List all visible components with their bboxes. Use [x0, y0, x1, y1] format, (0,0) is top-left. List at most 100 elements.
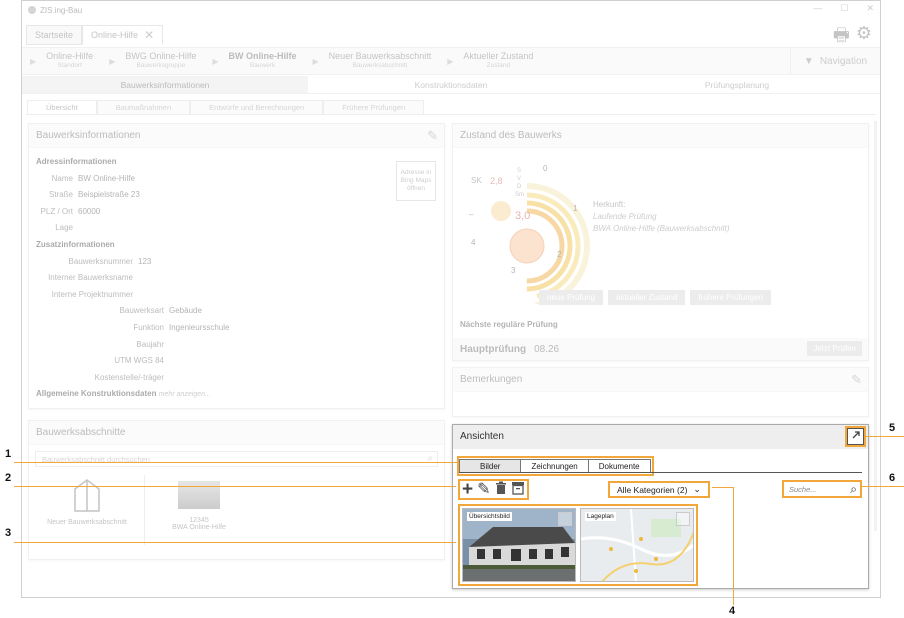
field-value: Beispielstraße 23 — [78, 190, 140, 200]
external-link-icon — [852, 431, 860, 439]
crumb-main: Aktueller Zustand — [463, 51, 534, 61]
thumb-label: Lageplan — [585, 512, 616, 521]
thumb-uebersichtsbild[interactable]: Übersichtsbild — [462, 508, 576, 582]
ansichten-toolbar: + ✎ — [458, 479, 529, 500]
navigation-label: Navigation — [819, 55, 868, 67]
tab-dokumente[interactable]: Dokumente — [587, 459, 651, 473]
field-label: UTM WGS 84 — [114, 356, 164, 366]
info-list: Adressinformationen Name BW Online-Hilfe … — [29, 148, 444, 410]
divider — [459, 472, 862, 473]
field-label: Bauwerksart — [119, 306, 164, 316]
breadcrumb-bauwerksabschnitt[interactable]: ▶ Neuer Bauwerksabschnitt Bauwerksabschnit… — [305, 51, 440, 71]
ansichten-search-input[interactable]: Suche... ⌕ — [782, 480, 862, 498]
jetzt-pruefen-button[interactable]: Jetzt Prüfen — [807, 341, 862, 356]
breadcrumb-zustand[interactable]: ▶ Aktueller Zustand Zustand — [439, 51, 541, 71]
maximize-button[interactable]: ☐ — [840, 3, 848, 14]
aktueller-zustand-button[interactable]: aktueller Zustand — [608, 290, 686, 305]
tab-fruehere-pruefungen[interactable]: Frühere Prüfungen — [323, 100, 425, 115]
thumb-lageplan[interactable]: Lageplan — [580, 508, 694, 582]
scale-3: 3 — [511, 266, 516, 275]
window-controls: — ☐ ✕ — [813, 3, 874, 14]
tab-zeichnungen[interactable]: Zeichnungen — [520, 459, 589, 473]
select-checkbox[interactable] — [676, 512, 690, 526]
herkunft-1: Laufende Prüfung — [593, 211, 730, 223]
pencil-icon[interactable]: ✎ — [477, 481, 490, 498]
tab-pruefungsplanung[interactable]: Prüfungsplanung — [594, 76, 880, 93]
breadcrumb-standort[interactable]: ▶ Online-Hilfe Standort — [22, 51, 101, 71]
neue-pruefung-button[interactable]: neue Prüfung — [539, 290, 604, 305]
callout-line-6 — [862, 486, 904, 487]
zustand-panel: Zustand des Bauwerks SK 2,8 3,0 S V D Sm… — [452, 123, 869, 361]
image-gallery: Übersichtsbild Lageplan — [458, 504, 698, 586]
hauptpruefung-row: Hauptprüfung 08.26 Jetzt Prüfen — [453, 338, 868, 360]
select-checkbox[interactable] — [558, 512, 572, 526]
ansichten-tabs: Bilder Zeichnungen Dokumente — [457, 456, 654, 476]
minimize-button[interactable]: — — [813, 3, 822, 14]
tab-startseite[interactable]: Startseite — [26, 25, 83, 45]
add-icon[interactable]: + — [462, 480, 473, 499]
pencil-icon[interactable]: ✎ — [427, 128, 438, 144]
tab-bilder[interactable]: Bilder — [459, 459, 522, 473]
panel-title: Zustand des Bauwerks — [460, 130, 562, 141]
svd-d: D — [517, 184, 522, 190]
trash-icon[interactable] — [495, 481, 507, 499]
callout-4: 4 — [729, 605, 736, 617]
search-icon[interactable]: ⌕ — [850, 482, 857, 497]
chevron-right-icon: ▶ — [30, 56, 37, 66]
tab-entwuerfe[interactable]: Entwürfe und Berechnungen — [190, 100, 324, 115]
close-icon[interactable]: ✕ — [144, 28, 154, 42]
app-window: ZIS.ing-Bau — ☐ ✕ Startseite Online-Hilf… — [21, 0, 881, 598]
chevron-down-icon: ⌄ — [693, 484, 701, 494]
close-window-button[interactable]: ✕ — [866, 3, 874, 14]
new-abschnitt-tile[interactable]: Neuer Bauwerksabschnitt — [37, 477, 137, 526]
fruehere-pruefungen-button[interactable]: frühere Prüfungen — [690, 290, 771, 305]
tab-online-hilfe[interactable]: Online-Hilfe ✕ — [82, 25, 164, 45]
thumb-label: Übersichtsbild — [467, 512, 512, 521]
tab-uebersicht[interactable]: Übersicht — [27, 100, 97, 115]
breadcrumb-bauwerk[interactable]: ▶ BW Online-Hilfe Bauwerk — [204, 51, 304, 71]
panel-header: Bemerkungen ✎ — [453, 368, 868, 392]
main-tabs: Bauwerksinformationen Konstruktionsdaten… — [22, 76, 880, 94]
abschnitt-search-input[interactable]: Bauwerksabschnitt durchsuchen ⌕ — [35, 451, 438, 467]
archive-icon[interactable] — [511, 481, 525, 499]
gauge-value: 3,0 — [515, 210, 531, 222]
pencil-icon[interactable]: ✎ — [851, 372, 862, 388]
open-external-button[interactable] — [845, 426, 866, 447]
mehr-anzeigen-link[interactable]: mehr anzeigen... — [159, 391, 211, 398]
svd-s: S — [517, 168, 522, 174]
breadcrumb: ▶ Online-Hilfe Standort ▶ BWG Online-Hilfe B… — [22, 47, 880, 75]
tab-baumassnahmen[interactable]: Baumaßnahmen — [96, 100, 191, 115]
herkunft-info: Herkunft: Laufende Prüfung BWA Online-Hi… — [593, 199, 730, 235]
field-value: Ingenieursschule — [169, 322, 230, 332]
herkunft-2: BWA Online-Hilfe (Bauwerksabschnitt) — [593, 223, 730, 235]
section-heading: Allgemeine Konstruktionsdaten mehr anzei… — [36, 386, 437, 404]
section-heading: Adressinformationen — [36, 157, 117, 166]
category-select[interactable]: Alle Kategorien (2) ⌄ — [608, 481, 710, 498]
abschnitte-panel: Bauwerksabschnitte Bauwerksabschnitt dur… — [28, 420, 445, 560]
dimmed-background: ZIS.ing-Bau — ☐ ✕ Startseite Online-Hilf… — [22, 1, 880, 560]
field-label: Kostenstelle/-träger — [94, 372, 164, 382]
sk-value: 2,8 — [490, 176, 503, 186]
tab-konstruktionsdaten[interactable]: Konstruktionsdaten — [308, 76, 594, 93]
zustand-buttons: neue Prüfung aktueller Zustand frühere P… — [539, 290, 771, 305]
svd-sm: Sm — [515, 192, 524, 198]
panel-header: Zustand des Bauwerks — [453, 124, 868, 148]
callout-line-1 — [14, 462, 458, 463]
field-label: Funktion — [133, 322, 164, 332]
sub-tabs: Übersicht Baumaßnahmen Entwürfe und Bere… — [27, 100, 425, 115]
tab-bauwerksinformationen[interactable]: Bauwerksinformationen — [22, 76, 308, 93]
crumb-sub: Bauwerk — [249, 62, 276, 69]
crumb-main: BWG Online-Hilfe — [125, 51, 197, 61]
bing-maps-button[interactable]: Adresse in Bing Maps öffnen — [396, 161, 436, 201]
abschnitt-tile[interactable]: 12345 BWA Online-Hilfe — [164, 481, 234, 531]
field-label: Name — [51, 173, 73, 183]
screenshot: ZIS.ing-Bau — ☐ ✕ Startseite Online-Hilf… — [0, 0, 904, 618]
section-heading: Zusatzinformationen — [36, 239, 115, 249]
hp-label: Hauptprüfung — [460, 343, 527, 355]
tab-label: Startseite — [35, 30, 74, 40]
navigation-button[interactable]: ▼ Navigation — [790, 48, 880, 74]
scrollbar[interactable] — [874, 121, 877, 531]
breadcrumb-bauwerksgruppe[interactable]: ▶ BWG Online-Hilfe Bauwerksgruppe — [101, 51, 204, 71]
divider — [26, 114, 876, 115]
app-tabs: Startseite Online-Hilfe ✕ — [26, 25, 164, 45]
